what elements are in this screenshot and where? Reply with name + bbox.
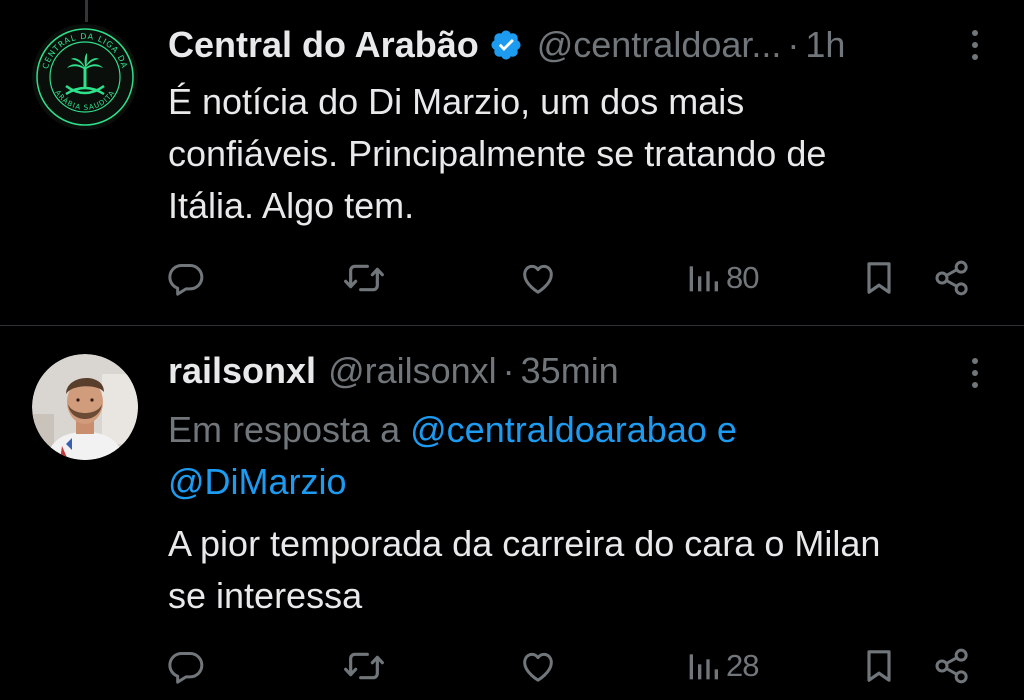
heart-icon — [523, 652, 553, 682]
user-handle[interactable]: @centraldoar... — [537, 24, 782, 66]
share-icon — [935, 260, 968, 296]
tweet-text: A pior temporada da carreira do cara o M… — [168, 518, 988, 622]
user-photo-icon — [32, 354, 138, 460]
views-button[interactable]: 80 — [686, 256, 759, 300]
views-button[interactable]: 28 — [686, 644, 759, 688]
bookmark-icon — [867, 262, 891, 294]
palm-swords-logo-icon: CENTRAL DA LIGA DA ARÁBIA SAUDITA — [32, 24, 138, 130]
views-count: 28 — [726, 648, 759, 683]
timestamp[interactable]: 35min — [521, 350, 619, 392]
mention-link[interactable]: @centraldoarabao — [410, 409, 707, 450]
share-button[interactable] — [932, 644, 972, 688]
tweet[interactable]: railsonxl @railsonxl · 35min Em resposta… — [0, 326, 1024, 700]
more-vertical-icon[interactable] — [972, 358, 980, 392]
bookmark-button[interactable] — [861, 256, 897, 300]
tweet-text-line: É notícia do Di Marzio, um dos mais — [168, 81, 745, 122]
reply-button[interactable] — [166, 256, 206, 300]
more-vertical-icon[interactable] — [972, 30, 980, 64]
views-count: 80 — [726, 260, 759, 295]
like-button[interactable] — [518, 644, 558, 688]
tweet-text-line: confiáveis. Principalmente se tratando d… — [168, 133, 827, 174]
retweet-button[interactable] — [342, 256, 386, 300]
avatar[interactable]: CENTRAL DA LIGA DA ARÁBIA SAUDITA — [32, 24, 138, 130]
like-button[interactable] — [518, 256, 558, 300]
share-icon — [935, 648, 968, 684]
reply-prefix: Em resposta a — [168, 409, 401, 450]
display-name[interactable]: Central do Arabão — [168, 24, 479, 66]
timestamp[interactable]: 1h — [805, 24, 845, 66]
verified-badge-icon — [491, 30, 521, 60]
avatar[interactable] — [32, 354, 138, 460]
bookmark-button[interactable] — [861, 644, 897, 688]
retweet-button[interactable] — [342, 644, 386, 688]
retweet-icon — [344, 264, 384, 292]
user-handle[interactable]: @railsonxl — [328, 350, 497, 392]
mention-link[interactable]: @DiMarzio — [168, 461, 347, 502]
tweet-text-line: Itália. Algo tem. — [168, 185, 415, 226]
reply-button[interactable] — [166, 644, 206, 688]
tweet-text-line: se interessa — [168, 575, 363, 616]
tweet-text: É notícia do Di Marzio, um dos mais conf… — [168, 76, 988, 232]
reply-icon — [168, 264, 204, 296]
heart-icon — [523, 264, 553, 294]
separator-dot: · — [502, 350, 515, 391]
views-chart-icon — [689, 266, 718, 292]
bookmark-icon — [867, 650, 891, 682]
views-chart-icon — [689, 654, 718, 680]
reply-icon — [168, 652, 204, 684]
tweet-text-line: A pior temporada da carreira do cara o M… — [168, 523, 881, 564]
tweet-actions: 28 — [0, 644, 1024, 688]
reply-context: Em resposta a @centraldoarabao e @DiMarz… — [168, 404, 988, 508]
tweet-header: railsonxl @railsonxl · 35min — [168, 346, 984, 396]
tweet-actions: 80 — [0, 256, 1024, 300]
tweet-header: Central do Arabão @centraldoar... · 1h — [168, 20, 984, 70]
share-button[interactable] — [932, 256, 972, 300]
retweet-icon — [344, 652, 384, 680]
display-name[interactable]: railsonxl — [168, 350, 316, 392]
mention-conjunction: e — [716, 409, 737, 450]
tweet[interactable]: CENTRAL DA LIGA DA ARÁBIA SAUDITA Centra… — [0, 0, 1024, 325]
separator-dot: · — [787, 24, 800, 65]
